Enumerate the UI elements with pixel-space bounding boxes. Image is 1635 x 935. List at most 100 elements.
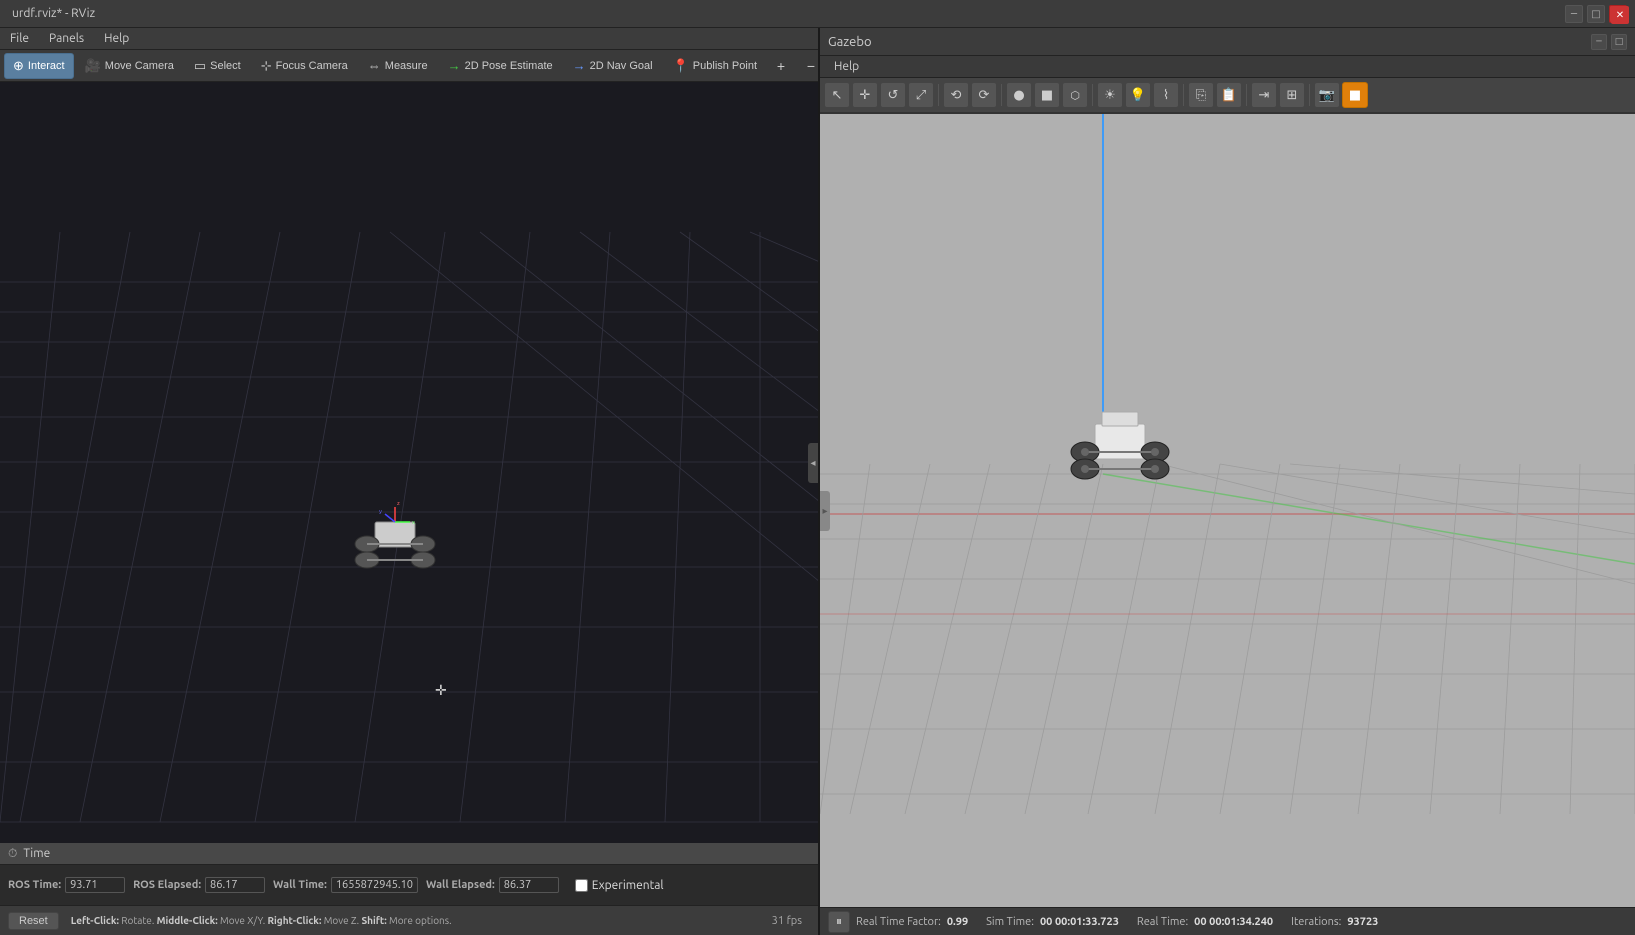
gz-tool-redo[interactable]: ⟳	[971, 82, 997, 108]
gazebo-menubar: Help	[820, 56, 1635, 78]
rviz-minimize-btn[interactable]: ─	[1565, 5, 1583, 23]
gz-tool-rotate[interactable]: ↺	[880, 82, 906, 108]
gz-sep-4	[1183, 84, 1184, 106]
rt-factor-label: Real Time Factor:	[856, 916, 941, 928]
gz-tool-spot-light[interactable]: 💡	[1125, 82, 1151, 108]
viewport-collapse-btn[interactable]: ◂	[808, 443, 818, 483]
gz-tool-box[interactable]: ■	[1034, 82, 1060, 108]
gazebo-viewport[interactable]: ▸	[820, 114, 1635, 907]
clock-icon: ⏱	[8, 847, 17, 861]
real-time-label: Real Time:	[1137, 916, 1188, 928]
time-panel-header: ⏱ Time ✕	[0, 843, 818, 865]
nav-icon: →	[573, 58, 586, 73]
rviz-titlebar: urdf.rviz* - RViz ─ □ ✕	[0, 0, 1635, 28]
gazebo-panel: Gazebo ─ □ Help ↖ ✛ ↺ ⤢ ⟲ ⟳ ● ■ ⬡	[820, 28, 1635, 935]
interact-icon: ⊕	[13, 58, 24, 74]
tool-measure[interactable]: ⇔ Measure	[359, 53, 437, 79]
gazebo-window-title: Gazebo	[828, 35, 872, 49]
rviz-statusbar: Reset Left-Click: Rotate. Middle-Click: …	[0, 905, 818, 935]
rviz-viewport[interactable]: z x y ✛ ◂	[0, 82, 818, 843]
experimental-row: Experimental	[575, 879, 664, 892]
ros-elapsed-field: ROS Elapsed: 86.17	[133, 877, 265, 893]
experimental-checkbox[interactable]	[575, 879, 588, 892]
tool-interact[interactable]: ⊕ Interact	[4, 53, 74, 79]
sim-time-value: 00 00:01:33.723	[1040, 916, 1119, 928]
camera-icon: 🎥	[85, 58, 101, 74]
gz-tool-active[interactable]: ■	[1342, 82, 1368, 108]
rviz-robot: z x y	[345, 502, 445, 582]
gazebo-restore-btn[interactable]: □	[1611, 34, 1627, 50]
rt-factor-value: 0.99	[947, 916, 968, 928]
menu-help[interactable]: Help	[94, 28, 139, 49]
ros-elapsed-value: 86.17	[205, 877, 265, 893]
rviz-window-title: urdf.rviz* - RViz	[12, 7, 95, 20]
wall-elapsed-field: Wall Elapsed: 86.37	[426, 877, 559, 893]
iterations-value: 93723	[1347, 916, 1378, 928]
rviz-menubar: File Panels Help	[0, 28, 818, 50]
gz-tool-align[interactable]: ⇥	[1251, 82, 1277, 108]
ros-elapsed-label: ROS Elapsed:	[133, 879, 201, 891]
tool-move-camera[interactable]: 🎥 Move Camera	[76, 53, 183, 79]
gz-tool-point-light[interactable]: ☀	[1097, 82, 1123, 108]
svg-text:y: y	[379, 508, 382, 515]
tool-publish-point[interactable]: 📍 Publish Point	[664, 53, 766, 79]
gz-tool-scale[interactable]: ⤢	[908, 82, 934, 108]
gazebo-pause-btn[interactable]: ⏸	[828, 911, 850, 933]
time-panel-title: Time	[23, 847, 50, 860]
fps-display: 31 fps	[772, 915, 810, 927]
gz-tool-translate[interactable]: ✛	[852, 82, 878, 108]
rviz-maximize-btn[interactable]: □	[1587, 5, 1605, 23]
gz-tool-sphere[interactable]: ●	[1006, 82, 1032, 108]
gz-tool-screenshot[interactable]: 📷	[1314, 82, 1340, 108]
gz-sep-3	[1092, 84, 1093, 106]
gazebo-statusbar: ⏸ Real Time Factor: 0.99 Sim Time: 00 00…	[820, 907, 1635, 935]
gazebo-menu-help[interactable]: Help	[824, 56, 869, 77]
rviz-toolbar: ⊕ Interact 🎥 Move Camera ▭ Select ⊹ Focu…	[0, 50, 818, 82]
wall-elapsed-value: 86.37	[499, 877, 559, 893]
toolbar-plus-btn[interactable]: +	[768, 53, 794, 79]
hint-text: Left-Click: Rotate. Middle-Click: Move X…	[71, 915, 452, 926]
ros-time-field: ROS Time: 93.71	[8, 877, 125, 893]
gazebo-minimize-btn[interactable]: ─	[1591, 34, 1607, 50]
gazebo-robot	[1060, 404, 1180, 504]
select-icon: ▭	[194, 58, 206, 74]
gazebo-grid-svg	[820, 114, 1635, 907]
focus-icon: ⊹	[261, 58, 272, 74]
rviz-grid	[0, 82, 818, 843]
gazebo-toolbar: ↖ ✛ ↺ ⤢ ⟲ ⟳ ● ■ ⬡ ☀ 💡 ⌇ ⎘ 📋 ⇥ ⊞	[820, 78, 1635, 114]
tool-pose-estimate[interactable]: → 2D Pose Estimate	[439, 53, 562, 79]
gz-sep-6	[1309, 84, 1310, 106]
real-time-value: 00 00:01:34.240	[1194, 916, 1273, 928]
gz-tool-undo[interactable]: ⟲	[943, 82, 969, 108]
wall-time-value: 1655872945.10	[331, 877, 418, 893]
experimental-label: Experimental	[592, 879, 664, 892]
svg-text:z: z	[397, 502, 400, 507]
menu-file[interactable]: File	[0, 28, 39, 49]
gz-tool-pointer[interactable]: ↖	[824, 82, 850, 108]
publish-icon: 📍	[673, 58, 689, 74]
ros-time-value: 93.71	[65, 877, 125, 893]
gz-tool-paste[interactable]: 📋	[1216, 82, 1242, 108]
gz-sep-1	[938, 84, 939, 106]
reset-button[interactable]: Reset	[8, 912, 59, 930]
tool-select[interactable]: ▭ Select	[185, 53, 250, 79]
gz-tool-cylinder[interactable]: ⬡	[1062, 82, 1088, 108]
menu-panels[interactable]: Panels	[39, 28, 94, 49]
tool-nav-goal[interactable]: → 2D Nav Goal	[564, 53, 662, 79]
ros-time-label: ROS Time:	[8, 879, 61, 891]
gazebo-titlebar: Gazebo ─ □	[820, 28, 1635, 56]
tool-focus-camera[interactable]: ⊹ Focus Camera	[252, 53, 357, 79]
main-layout: File Panels Help ⊕ Interact 🎥 Move Camer…	[0, 28, 1635, 935]
gz-sep-2	[1001, 84, 1002, 106]
gz-tool-snap[interactable]: ⊞	[1279, 82, 1305, 108]
rviz-panel: File Panels Help ⊕ Interact 🎥 Move Camer…	[0, 28, 820, 935]
gazebo-win-controls: ─ □	[1591, 34, 1627, 50]
gazebo-collapse-left-btn[interactable]: ▸	[820, 491, 830, 531]
time-panel-body: ROS Time: 93.71 ROS Elapsed: 86.17 Wall …	[0, 865, 818, 905]
iterations-label: Iterations:	[1291, 916, 1341, 928]
gz-tool-copy[interactable]: ⎘	[1188, 82, 1214, 108]
svg-text:x: x	[412, 519, 415, 526]
pose-icon: →	[448, 58, 461, 73]
gz-tool-dir-light[interactable]: ⌇	[1153, 82, 1179, 108]
wall-elapsed-label: Wall Elapsed:	[426, 879, 495, 891]
